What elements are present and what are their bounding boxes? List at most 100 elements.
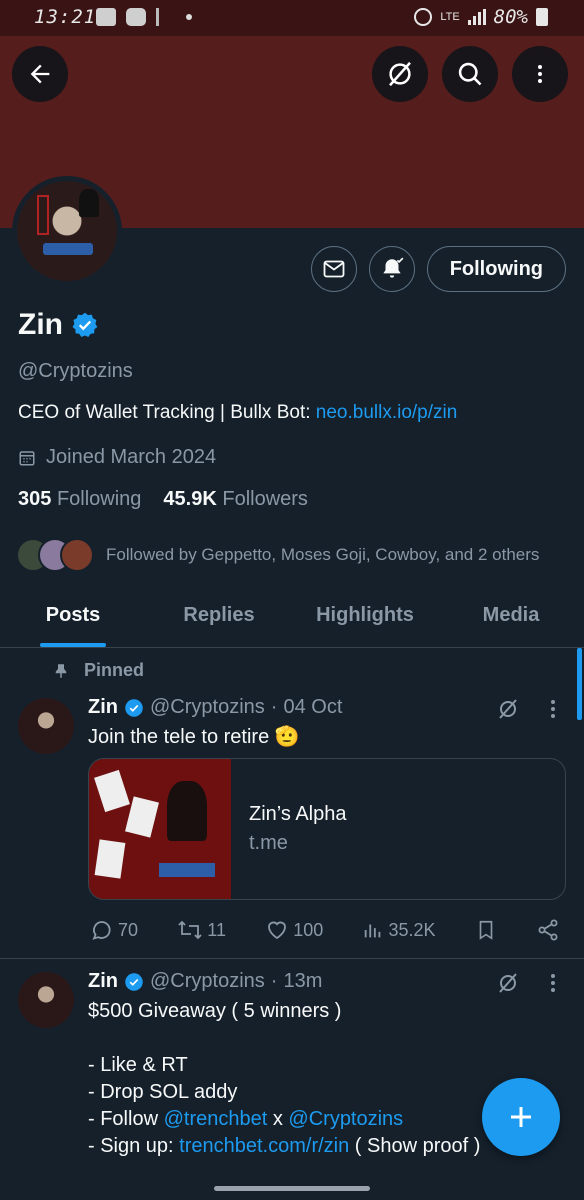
views-count: 35.2K: [388, 919, 436, 940]
profile-name: Zin: [18, 308, 63, 341]
retweet-count: 11: [207, 919, 226, 940]
signal-activity-icon: [156, 8, 170, 26]
profile-bio: CEO of Wallet Tracking | Bullx Bot: neo.…: [18, 402, 457, 424]
tweet-more-button[interactable]: [548, 698, 558, 726]
profile-name-row: Zin: [18, 308, 99, 342]
retweet-icon: [178, 920, 202, 940]
tweet-time[interactable]: 13m: [283, 970, 322, 993]
search-button[interactable]: [442, 46, 498, 102]
calendar-icon: [19, 450, 35, 465]
reply-button[interactable]: 70: [90, 918, 138, 942]
views-icon: [365, 924, 381, 938]
followed-by[interactable]: Followed by Geppetto, Moses Goji, Cowboy…: [16, 538, 539, 572]
link-card[interactable]: Zin’s Alpha t.me: [88, 758, 566, 900]
verified-badge-icon: [72, 312, 98, 338]
tab-posts[interactable]: Posts: [0, 590, 146, 647]
more-options-button[interactable]: [512, 46, 568, 102]
views-button[interactable]: 35.2K: [362, 919, 436, 941]
heart-icon: [268, 921, 287, 940]
reply-icon: [92, 921, 111, 940]
follow-stats: 305 Following 45.9K Followers: [18, 488, 308, 511]
plus-icon: [511, 1107, 531, 1127]
followers-stat[interactable]: 45.9K Followers: [163, 488, 308, 511]
bookmark-icon: [479, 920, 493, 940]
tweet-author-name[interactable]: Zin: [88, 696, 118, 719]
more-vertical-icon: [551, 700, 555, 718]
followed-by-text: Followed by Geppetto, Moses Goji, Cowboy…: [106, 545, 540, 564]
grok-button[interactable]: [372, 46, 428, 102]
bio-text: CEO of Wallet Tracking | Bullx Bot:: [18, 402, 316, 423]
network-type: LTE: [440, 11, 460, 23]
avatar-image: [17, 181, 117, 281]
tweet-text: Join the tele to retire 🫡: [88, 726, 300, 748]
message-button[interactable]: [310, 246, 357, 292]
dot-icon: [186, 14, 192, 20]
joined-date: Joined March 2024: [18, 446, 216, 469]
tweet-actions: 70 11 100 35.2K: [90, 918, 560, 942]
tab-media[interactable]: Media: [438, 590, 584, 647]
following-button[interactable]: Following: [426, 246, 566, 292]
follower-avatar: [60, 538, 94, 572]
tweet-link[interactable]: trenchbet.com/r/zin: [179, 1135, 349, 1157]
share-button[interactable]: [536, 918, 560, 942]
grok-icon: [499, 699, 517, 719]
more-vertical-icon: [538, 65, 542, 83]
joined-text: Joined March 2024: [46, 446, 217, 468]
arrow-left-icon: [30, 64, 50, 84]
grok-explain-button[interactable]: [496, 697, 520, 726]
tab-replies[interactable]: Replies: [146, 590, 292, 647]
tweet-time[interactable]: 04 Oct: [283, 696, 342, 719]
retweet-button[interactable]: 11: [177, 918, 226, 942]
battery-percent: 80%: [493, 6, 528, 28]
profile-avatar[interactable]: [12, 176, 122, 286]
grok-icon: [499, 973, 517, 993]
following-stat[interactable]: 305 Following: [18, 488, 141, 511]
verified-badge-icon: [125, 972, 143, 991]
tweet-more-button[interactable]: [548, 972, 558, 1000]
pin-icon: [55, 663, 67, 678]
grok-icon: [389, 61, 411, 87]
profile-tabs: Posts Replies Highlights Media: [0, 590, 584, 648]
profile-actions: Following: [310, 246, 566, 292]
gallery-icon: [96, 8, 116, 26]
status-bar: 13:21 LTE 80%: [0, 0, 584, 36]
battery-icon: [536, 8, 548, 26]
scrollbar[interactable]: [577, 648, 582, 720]
tab-highlights[interactable]: Highlights: [292, 590, 438, 647]
mention-link[interactable]: @Cryptozins: [288, 1108, 403, 1130]
profile-handle: @Cryptozins: [18, 360, 133, 382]
bio-link[interactable]: neo.bullx.io/p/zin: [316, 402, 458, 423]
card-domain: t.me: [249, 832, 288, 854]
signal-icon: [467, 9, 486, 25]
tweet-avatar[interactable]: [18, 698, 74, 754]
card-title: Zin’s Alpha: [249, 803, 347, 825]
compose-button[interactable]: [482, 1078, 560, 1156]
tweet-avatar[interactable]: [18, 972, 74, 1028]
bookmark-button[interactable]: [475, 918, 497, 942]
card-image: [89, 759, 231, 899]
back-button[interactable]: [12, 46, 68, 102]
like-button[interactable]: 100: [265, 918, 323, 942]
tweet-divider: [0, 958, 584, 959]
reply-count: 70: [118, 919, 139, 940]
tweet-handle[interactable]: @Cryptozins: [150, 696, 265, 719]
tweet-text: $500 Giveaway ( 5 winners ) - Like & RT …: [88, 1000, 481, 1157]
envelope-icon: [323, 260, 345, 278]
status-time: 13:21: [34, 6, 97, 28]
alarm-icon: [414, 8, 433, 26]
home-indicator[interactable]: [214, 1186, 370, 1191]
tweet-header: Zin @Cryptozins · 13m: [88, 970, 323, 993]
verified-badge-icon: [125, 698, 143, 717]
bell-check-icon: [383, 257, 404, 278]
more-vertical-icon: [551, 974, 555, 992]
share-icon: [538, 919, 558, 941]
tweet-author-name[interactable]: Zin: [88, 970, 118, 993]
search-icon: [458, 62, 482, 86]
like-count: 100: [293, 919, 324, 940]
tweet-handle[interactable]: @Cryptozins: [150, 970, 265, 993]
pinned-label: Pinned: [84, 660, 145, 680]
mention-link[interactable]: @trenchbet: [164, 1108, 268, 1130]
grok-explain-button[interactable]: [496, 971, 520, 1000]
notifications-button[interactable]: [368, 246, 415, 292]
youtube-icon: [126, 8, 146, 26]
